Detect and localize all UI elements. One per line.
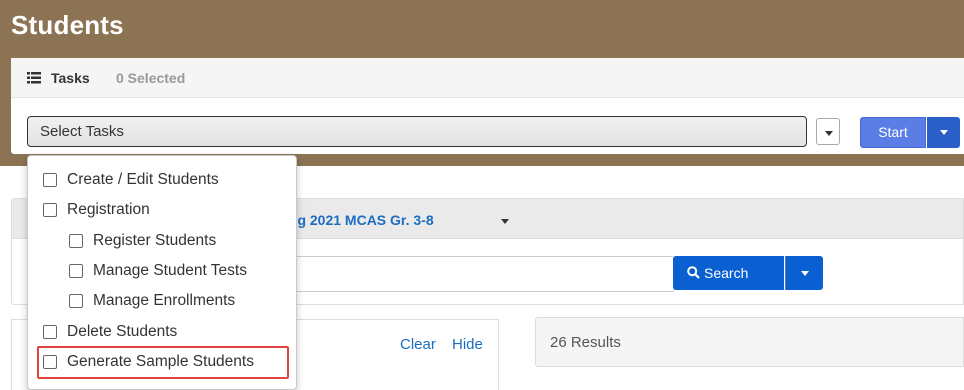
results-panel: 26 Results bbox=[535, 317, 964, 367]
list-icon bbox=[27, 72, 41, 84]
chevron-down-icon[interactable] bbox=[501, 219, 509, 224]
select-tasks-dropdown[interactable]: Select Tasks bbox=[27, 116, 807, 147]
page-title: Students bbox=[11, 10, 124, 40]
chevron-down-icon bbox=[825, 131, 833, 136]
task-menu: Create / Edit Students Registration Regi… bbox=[27, 155, 297, 390]
tasks-panel: Tasks 0 Selected Select Tasks Start bbox=[11, 58, 964, 154]
results-count: 26 Results bbox=[550, 334, 621, 351]
tasks-title: Tasks bbox=[51, 70, 90, 86]
search-button-label: Search bbox=[704, 265, 749, 281]
checkbox[interactable] bbox=[43, 325, 57, 339]
checkbox[interactable] bbox=[69, 294, 83, 308]
chevron-down-icon bbox=[940, 130, 948, 135]
search-options-button[interactable] bbox=[785, 256, 823, 290]
search-icon bbox=[687, 266, 700, 279]
start-button[interactable]: Start bbox=[860, 117, 926, 148]
clear-filters-link[interactable]: Clear bbox=[400, 336, 436, 353]
select-tasks-label: Select Tasks bbox=[40, 123, 124, 140]
menu-item-label: Manage Enrollments bbox=[93, 292, 236, 309]
checkbox[interactable] bbox=[43, 203, 57, 217]
select-tasks-toggle-button[interactable] bbox=[816, 118, 840, 145]
menu-item-label: Register Students bbox=[93, 232, 217, 249]
menu-item-label: Delete Students bbox=[67, 323, 178, 340]
menu-item-label: Generate Sample Students bbox=[67, 353, 254, 370]
tasks-selected-count: 0 Selected bbox=[116, 70, 186, 86]
checkbox[interactable] bbox=[69, 264, 83, 278]
hide-filters-link[interactable]: Hide bbox=[452, 336, 483, 353]
menu-item-label: Manage Student Tests bbox=[93, 262, 247, 279]
tasks-bar: Tasks 0 Selected bbox=[11, 58, 964, 98]
menu-item-label: Create / Edit Students bbox=[67, 171, 219, 188]
search-button[interactable]: Search bbox=[673, 256, 784, 290]
search-input[interactable] bbox=[231, 256, 675, 292]
chevron-down-icon bbox=[801, 271, 809, 276]
menu-item-label: Registration bbox=[67, 201, 150, 218]
start-options-button[interactable] bbox=[927, 117, 960, 148]
checkbox[interactable] bbox=[69, 234, 83, 248]
checkbox[interactable] bbox=[43, 173, 57, 187]
checkbox[interactable] bbox=[43, 355, 57, 369]
